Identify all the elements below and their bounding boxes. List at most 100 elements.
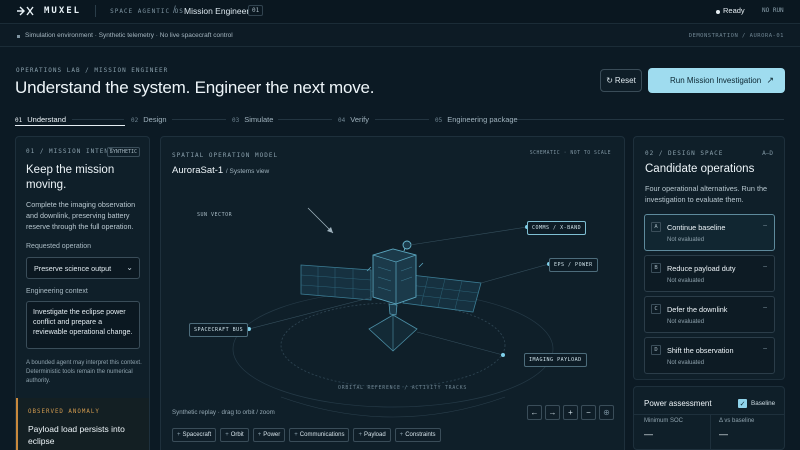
eps-callout[interactable]: EPS / POWER: [549, 258, 598, 272]
delta-label: Δ vs baseline: [719, 418, 755, 424]
divider: [634, 414, 784, 415]
step-number: 03: [232, 117, 240, 124]
spacecraft-bus: [366, 248, 424, 305]
step-verify[interactable]: 04 Verify: [338, 115, 369, 124]
step-number: 04: [338, 117, 346, 124]
run-investigation-button[interactable]: Run Mission Investigation ↗: [648, 68, 785, 93]
breadcrumb-role[interactable]: Mission Engineer: [184, 6, 249, 16]
simulation-notice: Simulation environment · Synthetic telem…: [0, 25, 800, 47]
candidate-title: Defer the downlink: [667, 305, 728, 314]
chip-power[interactable]: + Power: [252, 428, 286, 442]
baseline-label: Baseline: [751, 400, 776, 407]
replay-hint: Synthetic replay · drag to orbit / zoom: [172, 409, 275, 416]
chevron-down-icon: ⌄: [126, 263, 133, 272]
plus-icon: +: [568, 408, 573, 417]
metric-divider: [710, 415, 711, 450]
step-label: Engineering package: [447, 115, 518, 124]
candidate-title: Shift the observation: [667, 346, 734, 355]
payload-callout[interactable]: IMAGING PAYLOAD: [524, 353, 587, 367]
rotate-right-button[interactable]: →: [545, 405, 560, 420]
bus-callout[interactable]: SPACECRAFT BUS: [189, 323, 249, 337]
brand-logo[interactable]: MUXEL SPACE AGENTIC OS: [16, 5, 184, 17]
step-understand[interactable]: 01 Understand: [15, 115, 66, 124]
run-status: NO RUN: [762, 7, 784, 14]
plus-icon: +: [257, 432, 262, 438]
step-label: Simulate: [244, 115, 274, 124]
notice-bullet-icon: [17, 35, 20, 38]
range-tag: A–D: [762, 150, 773, 157]
engineering-context-label: Engineering context: [26, 288, 88, 295]
chip-spacecraft[interactable]: + Spacecraft: [172, 428, 217, 442]
agent-note: A bounded agent may interpret this conte…: [26, 360, 142, 384]
section-label: OPERATIONS LAB / MISSION ENGINEER: [16, 67, 169, 74]
reset-button[interactable]: ↻ Reset: [600, 69, 642, 92]
power-title: Power assessment: [644, 399, 712, 408]
power-assessment-panel: Power assessment ✓ Baseline Minimum SOC …: [633, 386, 785, 450]
chip-payload[interactable]: + Payload: [353, 428, 391, 442]
candidate-status: Not evaluated: [667, 278, 705, 284]
role-number-badge: 01: [248, 5, 264, 16]
rotate-left-button[interactable]: ←: [527, 405, 542, 420]
chip-orbit[interactable]: + Orbit: [220, 428, 249, 442]
crosshair-icon: ⊕: [603, 408, 610, 417]
anomaly-text: Payload load persists into eclipse: [28, 424, 125, 446]
candidate-letter: C: [651, 304, 661, 314]
chip-label: Payload: [363, 432, 386, 438]
requested-operation-label: Requested operation: [26, 243, 91, 250]
solar-panel-left: [300, 264, 372, 301]
status-dot-icon: [716, 10, 720, 14]
arrow-left-icon: ←: [530, 408, 539, 417]
delta-value: —: [719, 429, 728, 439]
anomaly-tag: OBSERVED ANOMALY: [28, 409, 100, 415]
chip-communications[interactable]: + Communications: [289, 428, 350, 442]
candidate-a[interactable]: A Continue baseline Not evaluated –: [644, 214, 775, 251]
reset-icon: ↻: [606, 76, 613, 85]
intent-description: Complete the imaging observation and dow…: [26, 200, 136, 231]
candidate-status: Not evaluated: [667, 237, 705, 243]
step-connector: [278, 119, 332, 120]
zoom-out-button[interactable]: −: [581, 405, 596, 420]
comms-callout[interactable]: COMMS / X-BAND: [527, 221, 587, 235]
step-engineering-package[interactable]: 05 Engineering package: [435, 115, 518, 124]
top-bar: MUXEL SPACE AGENTIC OS / Mission Enginee…: [0, 0, 800, 24]
step-label: Understand: [27, 115, 67, 124]
observed-anomaly-card[interactable]: OBSERVED ANOMALY Payload load persists i…: [16, 398, 149, 450]
chip-label: Constraints: [405, 432, 436, 438]
step-label: Design: [143, 115, 167, 124]
design-description: Four operational alternatives. Run the i…: [645, 184, 768, 204]
spatial-model-panel: SPATIAL OPERATION MODEL SCHEMATIC · NOT …: [160, 136, 625, 450]
recenter-button[interactable]: ⊕: [599, 405, 614, 420]
zoom-in-button[interactable]: +: [563, 405, 578, 420]
step-connector: [172, 119, 226, 120]
requested-operation-select[interactable]: Preserve science output ⌄: [26, 257, 140, 279]
chip-label: Communications: [299, 432, 345, 438]
layer-chips: + Spacecraft + Orbit + Power + Communication…: [172, 428, 441, 442]
imaging-payload: [368, 303, 418, 352]
panel-tag: 02 / DESIGN SPACE: [645, 150, 724, 157]
step-simulate[interactable]: 03 Simulate: [232, 115, 273, 124]
min-soc-value: —: [644, 429, 653, 439]
baseline-checkbox[interactable]: ✓: [738, 399, 747, 408]
chip-constraints[interactable]: + Constraints: [394, 428, 441, 442]
step-design[interactable]: 02 Design: [131, 115, 167, 124]
step-connector: [375, 119, 429, 120]
candidate-d[interactable]: D Shift the observation Not evaluated –: [644, 337, 775, 374]
minus-icon: −: [586, 408, 591, 417]
candidate-c[interactable]: C Defer the downlink Not evaluated –: [644, 296, 775, 333]
chip-label: Orbit: [230, 432, 244, 438]
step-number: 02: [131, 117, 139, 124]
engineering-context-field[interactable]: Investigate the eclipse power conflict a…: [26, 301, 140, 349]
candidate-title: Reduce payload duty: [667, 264, 736, 273]
payload-leader: [416, 331, 504, 356]
candidate-title: Continue baseline: [667, 223, 726, 232]
select-value: Preserve science output: [34, 264, 112, 273]
status-text: Ready: [723, 6, 745, 15]
reset-label: Reset: [614, 76, 636, 85]
candidate-status: Not evaluated: [667, 360, 705, 366]
candidate-b[interactable]: B Reduce payload duty Not evaluated –: [644, 255, 775, 292]
mission-intent-panel: 01 / MISSION INTENT SYNTHETIC Keep the m…: [15, 136, 150, 450]
spacecraft-schematic[interactable]: [161, 137, 625, 450]
antenna-dish: [402, 240, 412, 250]
comms-leader: [409, 226, 528, 246]
plus-icon: +: [177, 432, 181, 438]
